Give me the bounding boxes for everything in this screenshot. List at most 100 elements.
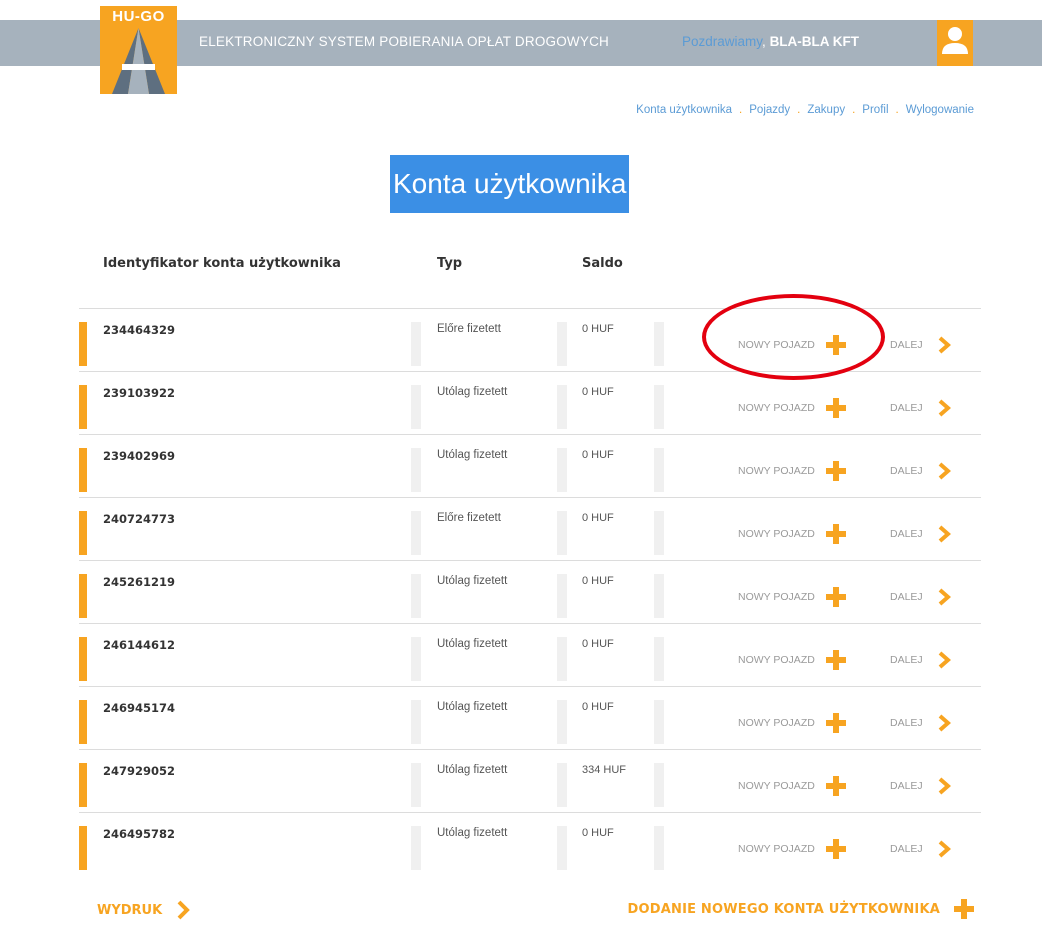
new-vehicle-button[interactable]: NOWY POJAZD [738,836,846,862]
hu-go-logo[interactable]: HU-GO [100,6,177,94]
new-vehicle-button[interactable]: NOWY POJAZD [738,773,846,799]
account-id: 246144612 [103,638,176,652]
account-type: Utólag fizetett [437,827,508,839]
chevron-right-icon [938,588,951,606]
chevron-right-icon [938,651,951,669]
new-vehicle-button[interactable]: NOWY POJAZD [738,710,846,736]
column-divider [411,385,421,429]
column-divider [411,448,421,492]
system-title: ELEKTRONICZNY SYSTEM POBIERANIA OPŁAT DR… [199,34,609,49]
next-button[interactable]: DALEJ [890,458,951,484]
column-divider [557,448,567,492]
new-vehicle-label: NOWY POJAZD [738,402,815,414]
next-label: DALEJ [890,843,923,855]
next-button[interactable]: DALEJ [890,647,951,673]
nav-profile[interactable]: Profil [862,104,888,116]
nav-separator: . [797,104,801,116]
account-balance: 0 HUF [582,323,614,335]
account-type: Előre fizetett [437,323,501,335]
table-row: 247929052 Utólag fizetett 334 HUF NOWY P… [79,749,981,812]
row-accent-bar [79,826,87,870]
plus-icon [825,776,846,796]
print-button[interactable]: WYDRUK [97,899,191,921]
next-button[interactable]: DALEJ [890,584,951,610]
new-vehicle-button[interactable]: NOWY POJAZD [738,584,846,610]
add-account-label: DODANIE NOWEGO KONTA UŻYTKOWNIKA [627,901,940,917]
account-id: 234464329 [103,323,176,337]
row-accent-bar [79,574,87,618]
table-row: 245261219 Utólag fizetett 0 HUF NOWY POJ… [79,560,981,623]
account-type: Utólag fizetett [437,701,508,713]
column-divider [654,763,664,807]
greeting-text: Pozdrawiamy [682,34,763,49]
next-button[interactable]: DALEJ [890,521,951,547]
new-vehicle-button[interactable]: NOWY POJAZD [738,395,846,421]
greeting-separator: , [762,34,766,49]
chevron-right-icon [938,525,951,543]
next-button[interactable]: DALEJ [890,773,951,799]
next-button[interactable]: DALEJ [890,395,951,421]
column-divider [654,574,664,618]
next-button[interactable]: DALEJ [890,710,951,736]
column-header-account-id: Identyfikator konta użytkownika [103,256,341,271]
account-type: Előre fizetett [437,512,501,524]
column-divider [557,700,567,744]
account-balance: 0 HUF [582,827,614,839]
account-id: 247929052 [103,764,176,778]
logo-text: HU-GO [112,8,165,25]
new-vehicle-button[interactable]: NOWY POJAZD [738,521,846,547]
column-divider [654,511,664,555]
top-navigation: Konta użytkownika. Pojazdy. Zakupy. Profil.… [636,104,974,116]
row-accent-bar [79,448,87,492]
nav-logout[interactable]: Wylogowanie [906,104,974,116]
nav-vehicles[interactable]: Pojazdy [749,104,790,116]
row-accent-bar [79,637,87,681]
user-greeting: Pozdrawiamy, BLA-BLA KFT [682,34,859,49]
column-divider [557,826,567,870]
row-accent-bar [79,700,87,744]
print-label: WYDRUK [97,902,163,918]
table-row: 246495782 Utólag fizetett 0 HUF NOWY POJ… [79,812,981,875]
row-accent-bar [79,511,87,555]
plus-icon [825,461,846,481]
table-row: 240724773 Előre fizetett 0 HUF NOWY POJA… [79,497,981,560]
table-row: 239103922 Utólag fizetett 0 HUF NOWY POJ… [79,371,981,434]
column-divider [654,826,664,870]
column-divider [557,763,567,807]
new-vehicle-button[interactable]: NOWY POJAZD [738,647,846,673]
next-label: DALEJ [890,465,923,477]
column-divider [411,700,421,744]
chevron-right-icon [938,840,951,858]
table-row: 246144612 Utólag fizetett 0 HUF NOWY POJ… [79,623,981,686]
column-divider [654,448,664,492]
new-vehicle-label: NOWY POJAZD [738,339,815,351]
plus-icon [825,524,846,544]
column-divider [411,637,421,681]
next-label: DALEJ [890,654,923,666]
chevron-right-icon [938,714,951,732]
chevron-right-icon [938,462,951,480]
chevron-right-icon [938,777,951,795]
new-vehicle-button[interactable]: NOWY POJAZD [738,458,846,484]
column-divider [557,637,567,681]
next-label: DALEJ [890,528,923,540]
next-button[interactable]: DALEJ [890,332,951,358]
new-vehicle-label: NOWY POJAZD [738,465,815,477]
nav-user-accounts[interactable]: Konta użytkownika [636,104,732,116]
account-id: 246945174 [103,701,176,715]
page-title: Konta użytkownika [390,155,630,213]
add-account-button[interactable]: DODANIE NOWEGO KONTA UŻYTKOWNIKA [628,899,974,919]
next-button[interactable]: DALEJ [890,836,951,862]
accounts-table: 234464329 Előre fizetett 0 HUF NOWY POJA… [79,308,981,875]
next-label: DALEJ [890,339,923,351]
account-balance: 334 HUF [582,764,627,776]
plus-icon [825,839,846,859]
account-balance: 0 HUF [582,575,614,587]
new-vehicle-label: NOWY POJAZD [738,780,815,792]
nav-purchases[interactable]: Zakupy [807,104,845,116]
new-vehicle-button[interactable]: NOWY POJAZD [738,332,846,358]
nav-separator: . [739,104,743,116]
new-vehicle-label: NOWY POJAZD [738,654,815,666]
next-label: DALEJ [890,717,923,729]
user-icon[interactable] [937,20,973,66]
